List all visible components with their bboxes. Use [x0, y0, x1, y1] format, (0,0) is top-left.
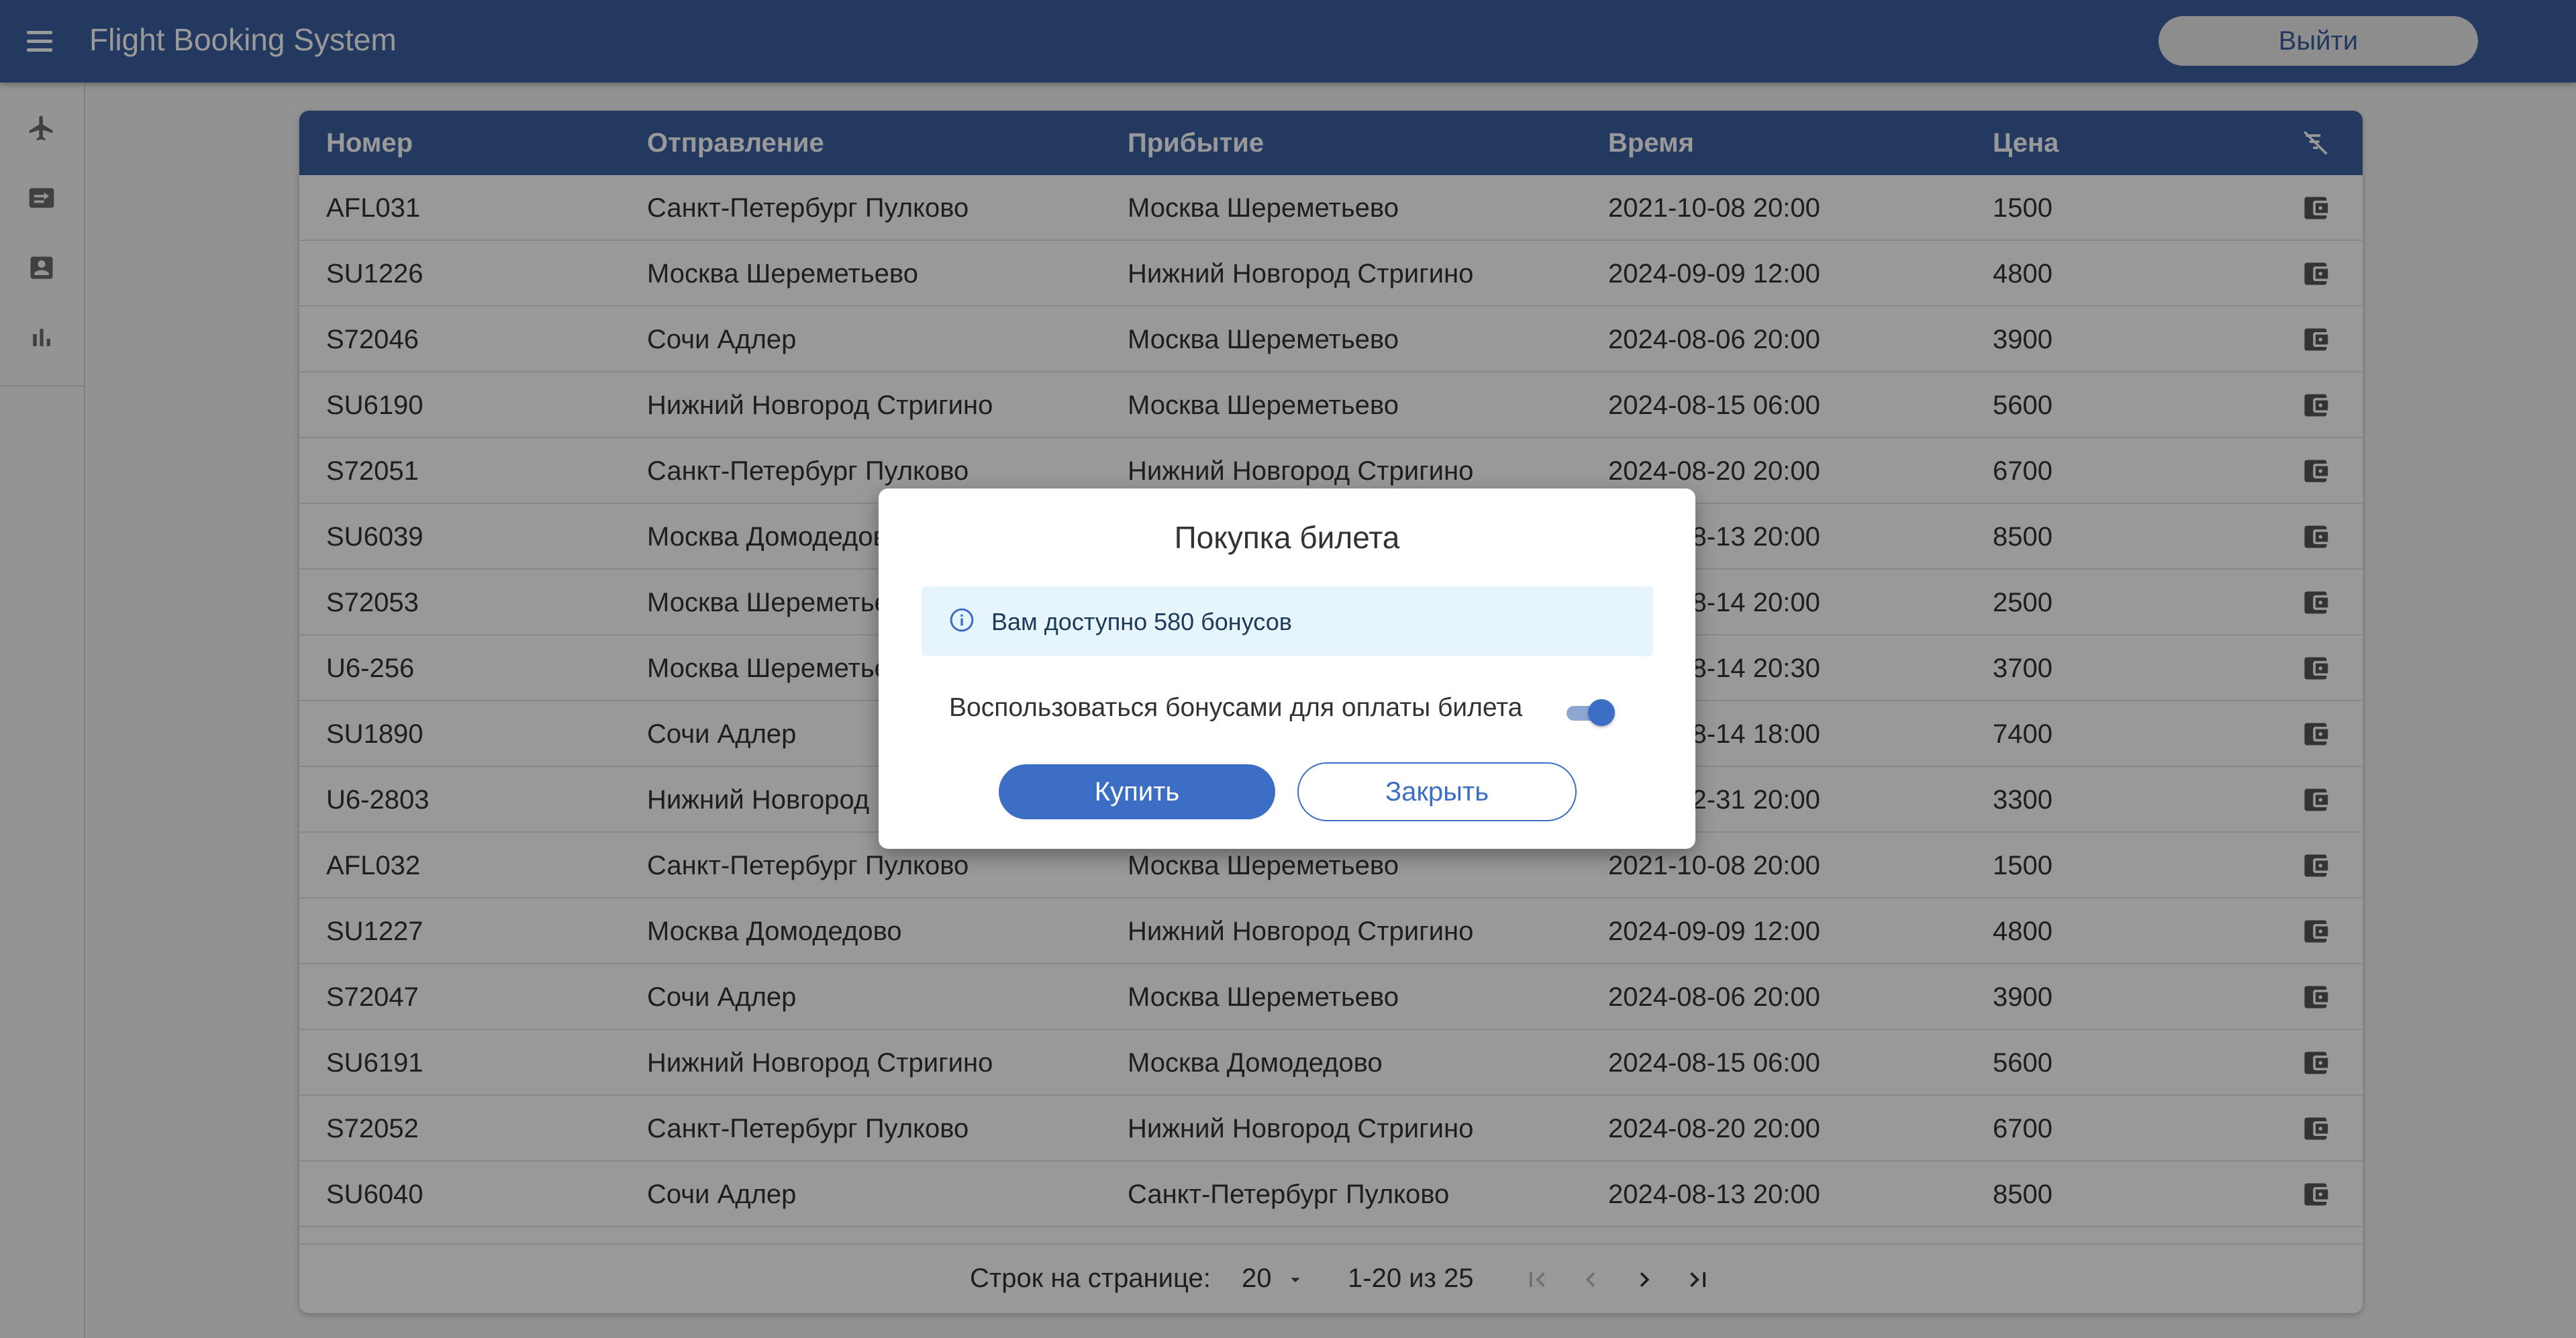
info-icon	[950, 608, 974, 632]
use-bonus-toggle[interactable]	[1564, 697, 1615, 727]
buy-button[interactable]: Купить	[999, 764, 1275, 819]
close-button[interactable]: Закрыть	[1297, 762, 1577, 821]
toggle-thumb	[1588, 699, 1615, 726]
purchase-dialog: Покупка билета Вам доступно 580 бонусов …	[879, 488, 1695, 849]
use-bonus-label: Воспользоваться бонусами для оплаты биле…	[949, 693, 1523, 722]
bonus-info-alert: Вам доступно 580 бонусов	[922, 586, 1653, 656]
bonus-info-text: Вам доступно 580 бонусов	[991, 608, 1292, 635]
dialog-title: Покупка билета	[1174, 520, 1400, 555]
